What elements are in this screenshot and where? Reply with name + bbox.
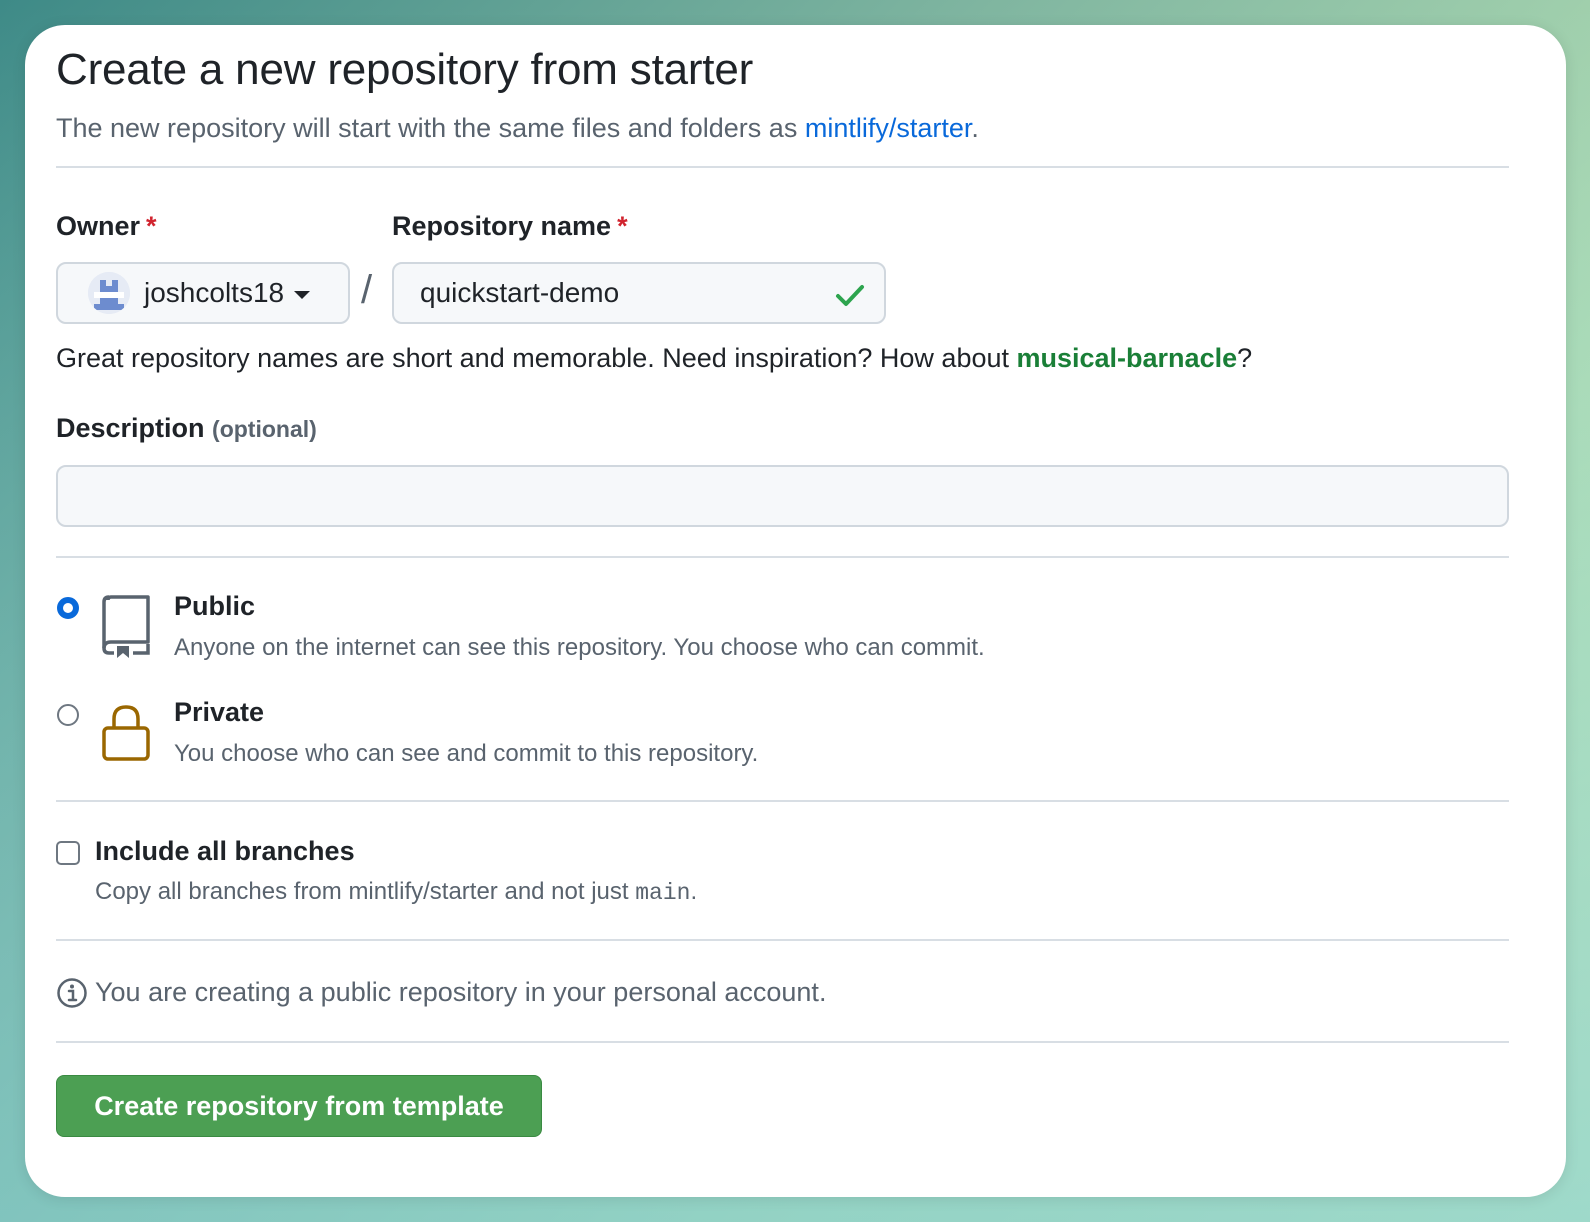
suggestion-link[interactable]: musical-barnacle [1017, 343, 1238, 373]
required-mark: * [617, 211, 628, 241]
repo-name-hint: Great repository names are short and mem… [56, 343, 1252, 374]
check-icon [834, 279, 866, 316]
create-repository-button[interactable]: Create repository from template [56, 1075, 542, 1137]
lock-icon [101, 704, 151, 767]
divider [56, 556, 1509, 558]
description-label: Description (optional) [56, 413, 317, 444]
info-icon [56, 977, 88, 1014]
hint-prefix: Great repository names are short and mem… [56, 343, 1017, 373]
owner-dropdown[interactable]: joshcolts18 [56, 262, 350, 324]
owner-repo-separator: / [361, 268, 373, 312]
private-title: Private [174, 697, 265, 727]
divider [56, 1041, 1509, 1043]
branches-desc-prefix: Copy all branches from mintlify/starter … [95, 878, 636, 905]
owner-label-text: Owner [56, 211, 141, 241]
repo-name-label-text: Repository name [392, 211, 612, 241]
repo-name-field[interactable] [392, 262, 886, 324]
chevron-down-icon [294, 290, 311, 299]
visibility-info: You are creating a public repository in … [95, 977, 827, 1007]
owner-label: Owner * [56, 211, 157, 242]
page-subtitle: The new repository will start with the s… [56, 113, 979, 144]
description-field[interactable] [56, 465, 1509, 527]
template-link[interactable]: mintlify/starter [805, 113, 972, 143]
include-branches-checkbox[interactable] [56, 841, 80, 865]
repo-name-input[interactable] [418, 276, 822, 310]
subtitle-prefix: The new repository will start with the s… [56, 113, 805, 143]
private-desc: You choose who can see and commit to thi… [174, 740, 759, 767]
required-mark: * [146, 211, 157, 241]
create-repo-card: Create a new repository from starter The… [25, 25, 1566, 1197]
branches-desc-suffix: . [690, 878, 698, 905]
divider [56, 800, 1509, 802]
include-branches-title: Include all branches [95, 836, 355, 866]
description-input[interactable] [58, 467, 1507, 525]
owner-name: joshcolts18 [144, 277, 285, 308]
subtitle-suffix: . [971, 113, 979, 143]
public-title: Public [174, 591, 256, 621]
avatar [88, 272, 130, 314]
private-radio[interactable] [57, 704, 79, 726]
public-desc: Anyone on the internet can see this repo… [174, 634, 985, 661]
page-title: Create a new repository from starter [56, 45, 754, 94]
hint-suffix: ? [1237, 343, 1253, 373]
divider [56, 166, 1509, 168]
optional-label: (optional) [212, 416, 317, 442]
repo-name-label: Repository name * [392, 211, 628, 242]
repo-icon [100, 594, 152, 663]
divider [56, 939, 1509, 941]
branch-name-code: main [635, 880, 691, 906]
description-label-text: Description [56, 413, 205, 443]
public-radio[interactable] [57, 597, 79, 619]
include-branches-desc: Copy all branches from mintlify/starter … [95, 878, 697, 906]
